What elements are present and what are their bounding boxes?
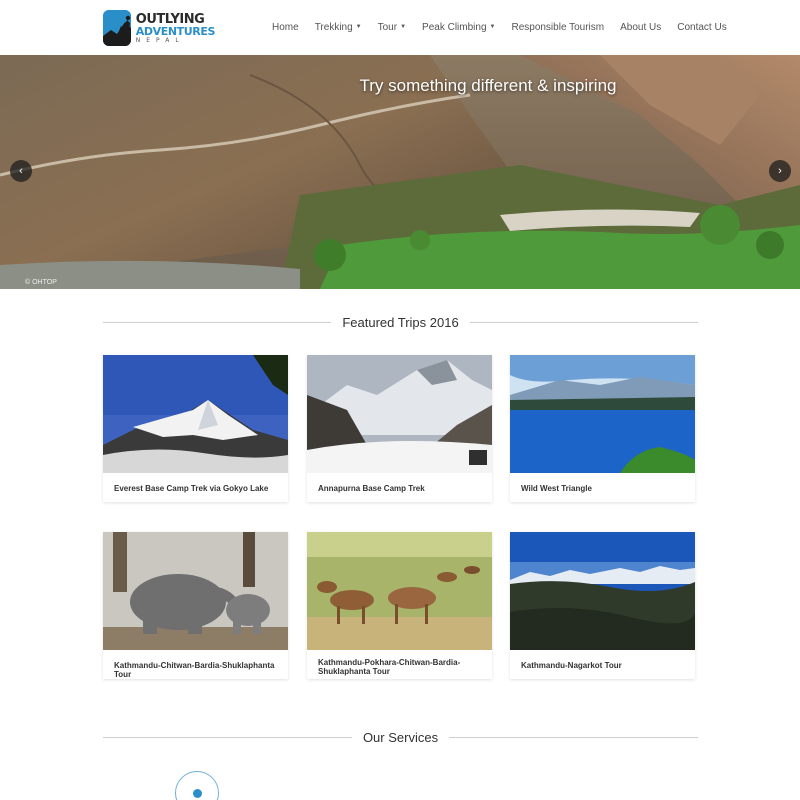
featured-trips-title: Featured Trips 2016 — [342, 314, 459, 330]
nav-home[interactable]: Home — [272, 22, 299, 33]
nav-about-us-label: About Us — [620, 22, 662, 33]
trip-card-wild-west[interactable]: Wild West Triangle — [510, 355, 695, 502]
nav-responsible-tourism-label: Responsible Tourism — [511, 22, 605, 33]
hero-title: Try something different & inspiring — [359, 76, 617, 95]
divider-line — [103, 321, 332, 323]
slider-next-button[interactable]: › — [769, 160, 791, 182]
nav-peak-climbing[interactable]: Peak Climbing ▼ — [422, 22, 495, 33]
trip-card-pokhara[interactable]: Kathmandu-Pokhara-Chitwan-Bardia-Shuklap… — [307, 532, 492, 679]
chevron-right-icon: › — [778, 165, 782, 177]
trip-image-pokhara — [307, 532, 492, 650]
nav-peak-climbing-label: Peak Climbing — [422, 22, 487, 33]
nav-about-us[interactable]: About Us — [620, 22, 661, 33]
trip-image-wild-west — [510, 355, 695, 473]
divider-line — [449, 736, 699, 738]
trip-title: Kathmandu-Chitwan-Bardia-Shuklaphanta To… — [114, 661, 275, 679]
trip-card-everest[interactable]: Everest Base Camp Trek via Gokyo Lake — [103, 355, 288, 502]
trip-card-annapurna[interactable]: Annapurna Base Camp Trek — [307, 355, 492, 502]
chevron-left-icon: ‹ — [19, 165, 23, 177]
featured-trips-heading: Featured Trips 2016 — [103, 312, 699, 332]
divider-line — [103, 736, 352, 738]
trip-card-nagarkot[interactable]: Kathmandu-Nagarkot Tour — [510, 532, 695, 679]
trip-title: Annapurna Base Camp Trek — [318, 484, 425, 493]
nav-tour-label: Tour — [377, 22, 398, 33]
trip-image-nagarkot — [510, 532, 695, 650]
nav-tour[interactable]: Tour ▼ — [378, 22, 406, 33]
logo-line-2: ADVENTURES — [135, 24, 216, 38]
logo-wordmark: OUTLYING ADVENTURES NEPAL — [135, 11, 216, 44]
caret-down-icon: ▼ — [355, 24, 362, 31]
logo-line-3: NEPAL — [135, 36, 185, 44]
caret-down-icon: ▼ — [489, 24, 496, 31]
image-credit: © OHTOP — [25, 279, 57, 286]
caret-down-icon: ▼ — [400, 24, 407, 31]
logo-mountain-icon — [103, 10, 131, 46]
site-header: OUTLYING ADVENTURES NEPAL Home Trekking ▼… — [0, 0, 800, 55]
globe-icon — [193, 789, 202, 798]
logo-line-1: OUTLYING — [135, 11, 205, 27]
nav-trekking-label: Trekking — [314, 22, 353, 33]
trip-image-everest — [103, 355, 288, 473]
service-item-circle[interactable] — [175, 771, 219, 800]
our-services-title: Our Services — [362, 729, 439, 745]
divider-line — [469, 321, 699, 323]
nav-home-label: Home — [272, 22, 299, 33]
hero-slider: Try something different & inspiring ‹ › … — [0, 55, 800, 289]
our-services-heading: Our Services — [103, 727, 699, 747]
trip-title: Kathmandu-Pokhara-Chitwan-Bardia-Shuklap… — [318, 658, 461, 676]
slider-prev-button[interactable]: ‹ — [10, 160, 32, 182]
site-logo[interactable]: OUTLYING ADVENTURES NEPAL — [103, 8, 215, 48]
nav-trekking[interactable]: Trekking ▼ — [315, 22, 362, 33]
nav-contact-us[interactable]: Contact Us — [677, 22, 726, 33]
main-nav: Home Trekking ▼ Tour ▼ Peak Climbing ▼ Resp… — [272, 0, 743, 55]
trip-title: Wild West Triangle — [521, 484, 592, 493]
nav-contact-us-label: Contact Us — [677, 22, 727, 33]
trip-title: Everest Base Camp Trek via Gokyo Lake — [114, 484, 269, 493]
trip-image-chitwan — [103, 532, 288, 650]
trip-card-chitwan[interactable]: Kathmandu-Chitwan-Bardia-Shuklaphanta To… — [103, 532, 288, 679]
trip-image-annapurna — [307, 355, 492, 473]
trip-title: Kathmandu-Nagarkot Tour — [521, 661, 622, 670]
nav-responsible-tourism[interactable]: Responsible Tourism — [511, 22, 604, 33]
